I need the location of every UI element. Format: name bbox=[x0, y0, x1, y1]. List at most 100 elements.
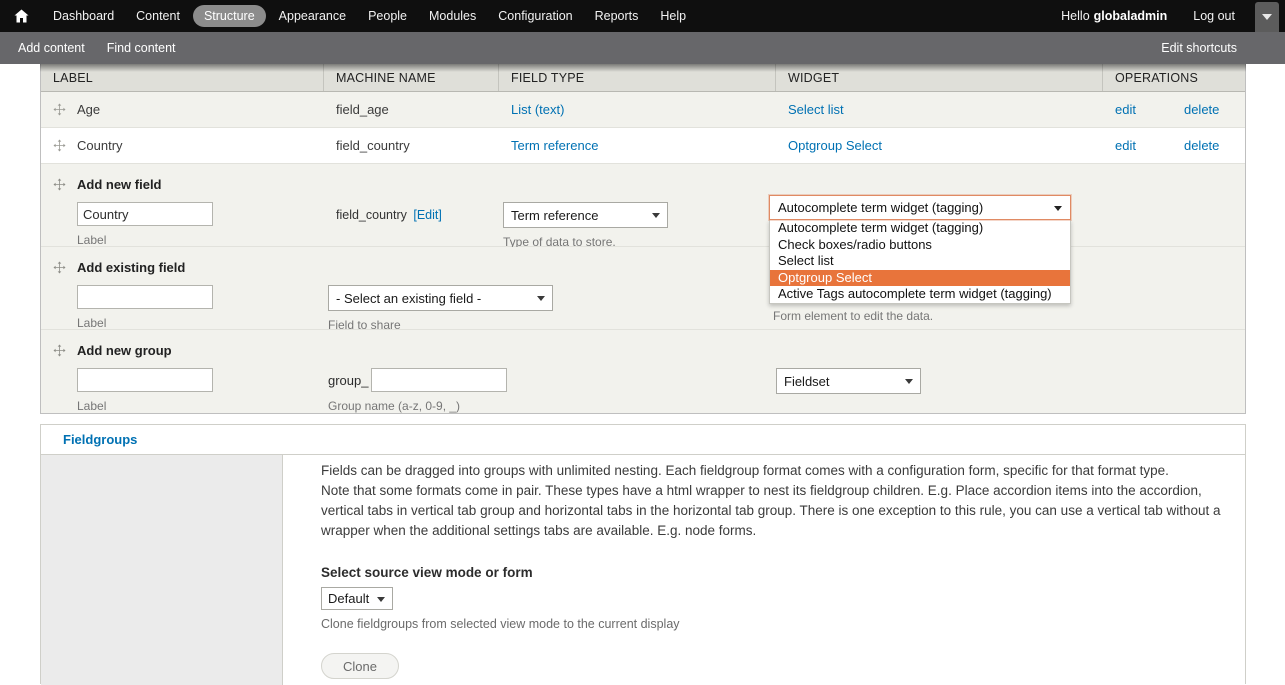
toolbar-item-configuration[interactable]: Configuration bbox=[487, 0, 583, 32]
add-existing-field-label-input[interactable] bbox=[77, 285, 213, 309]
add-new-field-label-col: Label bbox=[41, 202, 324, 249]
edit-link[interactable]: edit bbox=[1115, 138, 1136, 153]
row-widget-cell: Optgroup Select bbox=[776, 138, 1103, 153]
add-new-group-label-col: Label bbox=[41, 368, 324, 413]
source-view-mode-select[interactable]: Default bbox=[321, 587, 393, 610]
widget-option-active-tags-autocomplete[interactable]: Active Tags autocomplete term widget (ta… bbox=[770, 286, 1070, 303]
widget-select-options-list: Autocomplete term widget (tagging) Check… bbox=[769, 220, 1071, 304]
fieldgroups-panel: Fieldgroups Fields can be dragged into g… bbox=[40, 424, 1246, 685]
widget-select-trigger[interactable]: Autocomplete term widget (tagging) bbox=[769, 195, 1071, 220]
column-header-widget: WIDGET bbox=[776, 64, 1103, 91]
add-new-field-label-input[interactable] bbox=[77, 202, 213, 226]
fieldgroups-sidebar-placeholder bbox=[41, 455, 283, 685]
toolbar-item-help[interactable]: Help bbox=[649, 0, 697, 32]
widget-link[interactable]: Select list bbox=[788, 102, 844, 117]
row-label-cell: Age bbox=[41, 102, 324, 117]
chevron-down-icon bbox=[537, 296, 545, 301]
field-type-link[interactable]: Term reference bbox=[511, 138, 598, 153]
table-row: Age field_age List (text) Select list ed… bbox=[41, 92, 1245, 128]
field-label-text: Age bbox=[77, 102, 101, 117]
home-icon-glyph bbox=[14, 9, 28, 23]
chevron-down-icon bbox=[1054, 205, 1062, 211]
widget-option-autocomplete-term-widget[interactable]: Autocomplete term widget (tagging) bbox=[770, 220, 1070, 237]
field-type-link[interactable]: List (text) bbox=[511, 102, 564, 117]
add-new-field-machine-col: field_country [Edit] bbox=[324, 202, 499, 249]
drag-handle-icon[interactable] bbox=[41, 139, 77, 152]
chevron-down-icon bbox=[905, 379, 913, 384]
edit-link[interactable]: edit bbox=[1115, 102, 1136, 117]
add-new-group-label-input[interactable] bbox=[77, 368, 213, 392]
move-cross-icon bbox=[53, 261, 65, 273]
row-operations-cell: edit delete bbox=[1103, 102, 1245, 117]
add-existing-field-select[interactable]: - Select an existing field - bbox=[328, 285, 553, 311]
toolbar-item-reports[interactable]: Reports bbox=[584, 0, 650, 32]
shortcut-bar: Add content Find content Edit shortcuts bbox=[0, 32, 1285, 64]
edit-shortcuts-link[interactable]: Edit shortcuts bbox=[1161, 41, 1237, 55]
row-label-cell: Country bbox=[41, 138, 324, 153]
drag-handle-icon[interactable] bbox=[41, 103, 77, 116]
column-header-operations: OPERATIONS bbox=[1115, 70, 1199, 85]
add-new-field-type-select[interactable]: Term reference bbox=[503, 202, 668, 228]
add-new-group-name-input[interactable] bbox=[371, 368, 508, 392]
toolbar-drawer-toggle[interactable] bbox=[1255, 2, 1279, 32]
toolbar-user-area: Hello globaladmin Log out bbox=[1049, 0, 1285, 32]
drag-handle-icon[interactable] bbox=[41, 344, 77, 357]
fieldgroups-paragraph-2: Note that some formats come in pair. The… bbox=[321, 483, 1221, 538]
toolbar-item-appearance[interactable]: Appearance bbox=[268, 0, 357, 32]
shortcut-add-content[interactable]: Add content bbox=[18, 41, 85, 55]
add-new-group-format-value: Fieldset bbox=[784, 373, 830, 389]
machine-name-edit-link[interactable]: [Edit] bbox=[413, 208, 442, 222]
add-new-group-inputs: Label group_ Group name (a-z, 0-9, _) Fi… bbox=[41, 368, 1245, 413]
column-header-machine-name: MACHINE NAME bbox=[324, 64, 499, 91]
toolbar-item-people[interactable]: People bbox=[357, 0, 418, 32]
add-new-field-type-value: Term reference bbox=[511, 207, 599, 223]
add-new-field-label-desc: Label bbox=[77, 233, 107, 247]
drag-handle-icon[interactable] bbox=[41, 178, 77, 191]
source-view-mode-help: Clone fieldgroups from selected view mod… bbox=[321, 617, 680, 631]
source-view-mode-label: Select source view mode or form bbox=[321, 565, 533, 580]
chevron-down-icon bbox=[377, 596, 385, 602]
main-content: LABEL MACHINE NAME FIELD TYPE WIDGET OPE… bbox=[0, 64, 1285, 685]
move-cross-icon bbox=[53, 103, 65, 116]
row-field-type-cell: Term reference bbox=[499, 138, 776, 153]
widget-link[interactable]: Optgroup Select bbox=[788, 138, 882, 153]
group-name-wrap: group_ bbox=[328, 368, 776, 392]
add-new-group-name-col: group_ Group name (a-z, 0-9, _) bbox=[324, 368, 776, 413]
delete-link[interactable]: delete bbox=[1184, 102, 1219, 117]
add-existing-field-label-col: Label bbox=[41, 285, 324, 332]
toolbar-item-dashboard[interactable]: Dashboard bbox=[42, 0, 125, 32]
machine-name-text: field_country bbox=[336, 208, 407, 222]
row-machine-name-cell: field_country bbox=[336, 138, 410, 153]
toolbar-menu: Dashboard Content Structure Appearance P… bbox=[42, 0, 697, 32]
add-new-field-machine-name: field_country [Edit] bbox=[336, 202, 499, 222]
toolbar-item-content[interactable]: Content bbox=[125, 0, 191, 32]
row-field-type-cell: List (text) bbox=[499, 102, 776, 117]
delete-link[interactable]: delete bbox=[1184, 138, 1219, 153]
group-name-prefix: group_ bbox=[328, 372, 369, 388]
move-cross-icon bbox=[53, 139, 65, 152]
home-icon[interactable] bbox=[0, 0, 42, 32]
user-greeting: Hello globaladmin bbox=[1049, 0, 1179, 32]
table-header-row: LABEL MACHINE NAME FIELD TYPE WIDGET OPE… bbox=[41, 64, 1245, 92]
field-label-text: Country bbox=[77, 138, 123, 153]
shortcut-find-content[interactable]: Find content bbox=[107, 41, 176, 55]
admin-toolbar: Dashboard Content Structure Appearance P… bbox=[0, 0, 1285, 32]
add-existing-field-title: Add existing field bbox=[77, 259, 186, 275]
widget-option-optgroup-select[interactable]: Optgroup Select bbox=[770, 269, 1070, 287]
toolbar-item-modules[interactable]: Modules bbox=[418, 0, 487, 32]
tab-fieldgroups[interactable]: Fieldgroups bbox=[41, 425, 157, 454]
toolbar-item-structure[interactable]: Structure bbox=[192, 5, 266, 27]
add-existing-field-select-value: - Select an existing field - bbox=[336, 290, 482, 306]
widget-option-check-boxes-radio-buttons[interactable]: Check boxes/radio buttons bbox=[770, 237, 1070, 254]
logout-link[interactable]: Log out bbox=[1179, 0, 1249, 32]
move-cross-icon bbox=[53, 344, 65, 356]
widget-option-select-list[interactable]: Select list bbox=[770, 253, 1070, 270]
greeting-text: Hello bbox=[1061, 9, 1090, 23]
drag-handle-icon[interactable] bbox=[41, 261, 77, 274]
source-view-mode-value: Default bbox=[328, 591, 370, 606]
add-new-field-widget-select: Autocomplete term widget (tagging) Autoc… bbox=[769, 195, 1071, 304]
add-new-group-name-desc: Group name (a-z, 0-9, _) bbox=[328, 399, 461, 413]
add-new-group-format-select[interactable]: Fieldset bbox=[776, 368, 921, 394]
add-new-group-label-desc: Label bbox=[77, 399, 107, 413]
clone-button[interactable]: Clone bbox=[321, 653, 399, 679]
